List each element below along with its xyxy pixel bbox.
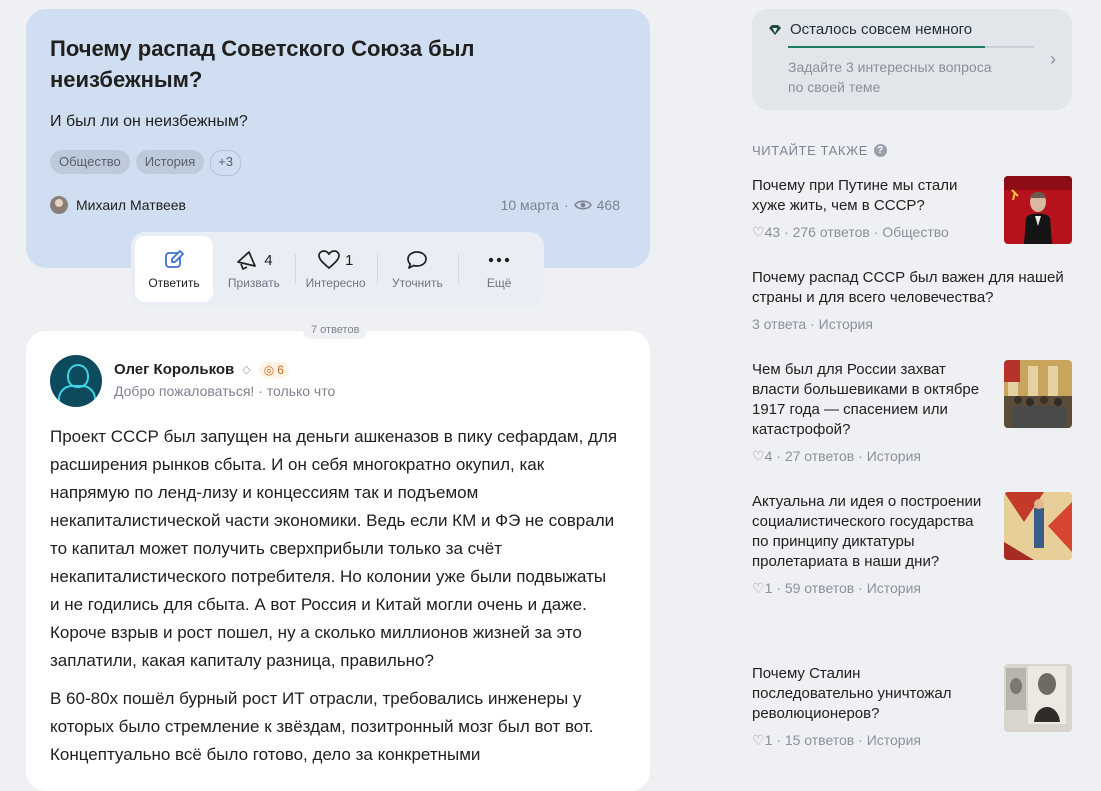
question-author-row: Михаил Матвеев 10 марта · 468 (50, 194, 620, 216)
views-count: 468 (596, 197, 620, 213)
read-also-item[interactable]: Актуальна ли идея о построении социалист… (752, 492, 1072, 642)
question-meta: 10 марта · 468 (501, 197, 620, 213)
heart-icon: ♡ (752, 448, 765, 464)
heart-icon: ♡ (752, 224, 765, 240)
more-button[interactable]: Ещё (458, 236, 540, 302)
promo-progress-fill (788, 46, 985, 48)
read-also-heading: ЧИТАЙТЕ ТАКЖЕ ? (752, 143, 887, 158)
question-subtitle: И был ли он неизбежным? (50, 113, 248, 130)
answers-count: 7 ответов (303, 321, 368, 339)
separator-dot: · (563, 197, 569, 213)
read-also-item[interactable]: Почему распад СССР был важен для нашей с… (752, 268, 1072, 338)
expert-diamond-icon: ◇ (242, 364, 251, 376)
read-also-meta: 3 ответа · История (752, 316, 873, 332)
answer-header: Олег Корольков ◇ ◎ 6 Добро пожаловаться!… (50, 355, 626, 407)
heart-icon: ♡ (752, 732, 765, 748)
answer-author-avatar[interactable] (50, 355, 102, 407)
chevron-right-icon: › (1050, 49, 1056, 69)
read-also-meta: ♡4 · 27 ответов · История (752, 448, 921, 464)
question-actions: Ответить 4 Призвать 1 Интересно Уточнить… (131, 232, 544, 306)
tags-more-button[interactable]: +3 (210, 150, 242, 176)
read-also-item[interactable]: Почему Сталин последовательно уничтожал … (752, 664, 1072, 754)
call-label: Призвать (227, 276, 280, 290)
interesting-count: 1 (344, 251, 354, 269)
comment-icon (407, 251, 428, 269)
megaphone-icon (237, 251, 257, 271)
heart-icon: ♡ (752, 580, 765, 596)
reputation-count: 6 (277, 362, 284, 377)
read-also-meta: ♡1 · 59 ответов · История (752, 580, 921, 596)
more-label: Ещё (486, 276, 512, 290)
tag-history[interactable]: История (135, 150, 205, 174)
heart-icon (318, 250, 340, 270)
answer-author-name[interactable]: Олег Корольков (114, 361, 234, 378)
read-also-title[interactable]: Актуальна ли идея о построении социалист… (752, 492, 982, 572)
question-title[interactable]: Почему распад Советского Союза был неизб… (50, 33, 550, 95)
answer-time: только что (266, 383, 336, 399)
answer-meta: Добро пожаловаться! · только что (114, 383, 336, 399)
gem-icon (769, 24, 781, 35)
tag-society[interactable]: Общество (50, 150, 130, 174)
read-also-title[interactable]: Почему распад СССР был важен для нашей с… (752, 268, 1072, 308)
read-also-title[interactable]: Почему Сталин последовательно уничтожал … (752, 664, 982, 724)
read-also-thumbnail (1004, 176, 1072, 244)
answer-body: Проект СССР был запущен на деньги ашкена… (50, 423, 620, 769)
read-also-item[interactable]: Почему при Путине мы стали хуже жить, че… (752, 176, 1072, 246)
answer-paragraph: В 60-80х пошёл бурный рост ИТ отрасли, т… (50, 689, 594, 764)
clarify-label: Уточнить (392, 276, 443, 290)
author-avatar[interactable] (50, 196, 68, 214)
promo-progress (788, 46, 1034, 48)
tag-list: Общество История +3 (50, 150, 626, 176)
interesting-label: Интересно (305, 276, 366, 290)
answer-paragraph: Проект СССР был запущен на деньги ашкена… (50, 427, 618, 670)
read-also-title[interactable]: Чем был для России захват власти большев… (752, 360, 982, 440)
clarify-button[interactable]: Уточнить (376, 236, 459, 302)
help-icon[interactable]: ? (873, 144, 887, 157)
read-also-meta: ♡1 · 15 ответов · История (752, 732, 921, 748)
promo-title: Осталось совсем немного (790, 21, 973, 38)
promo-card[interactable]: Осталось совсем немного Задайте 3 интере… (752, 9, 1072, 110)
author-name[interactable]: Михаил Матвеев (76, 197, 186, 213)
reputation-badge[interactable]: ◎ 6 (258, 361, 289, 378)
answer-button[interactable]: Ответить (135, 236, 213, 302)
question-date: 10 марта (500, 197, 559, 213)
spiral-icon: ◎ (263, 362, 275, 377)
interesting-button[interactable]: 1 Интересно (294, 236, 377, 302)
eye-icon (573, 200, 592, 210)
call-count: 4 (264, 251, 273, 269)
edit-icon (165, 250, 184, 268)
promo-text: Задайте 3 интересных вопроса по своей те… (788, 59, 992, 95)
answer-label: Ответить (148, 276, 200, 290)
question-card: Почему распад Советского Союза был неизб… (26, 9, 650, 268)
read-also-thumbnail (1004, 492, 1072, 560)
read-also-thumbnail (1004, 360, 1072, 428)
more-dots-icon (488, 257, 510, 263)
read-also-item[interactable]: Чем был для России захват власти большев… (752, 360, 1072, 470)
read-also-thumbnail (1004, 664, 1072, 732)
call-button[interactable]: 4 Призвать (213, 236, 295, 302)
answer-card: Олег Корольков ◇ ◎ 6 Добро пожаловаться!… (26, 331, 650, 791)
read-also-title[interactable]: Почему при Путине мы стали хуже жить, че… (752, 176, 992, 216)
author-status: Добро пожаловаться! (114, 383, 255, 399)
